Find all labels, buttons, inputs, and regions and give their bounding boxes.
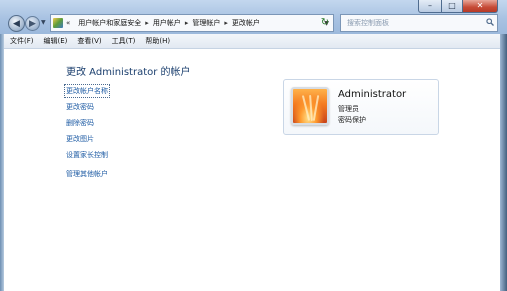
menu-view[interactable]: 查看(V) — [77, 36, 101, 46]
search-placeholder: 搜索控制面板 — [347, 19, 389, 27]
address-overflow-chevron[interactable]: « — [66, 19, 70, 27]
account-role: 管理员 — [338, 105, 359, 113]
search-icon[interactable] — [483, 18, 497, 28]
recent-pages-dropdown[interactable]: ▼ — [41, 19, 46, 26]
account-password-status: 密码保护 — [338, 116, 366, 124]
breadcrumb-separator: ▸ — [184, 19, 189, 27]
change-picture-link[interactable]: 更改图片 — [66, 134, 94, 144]
breadcrumb-user-accounts[interactable]: 用户帐户 — [153, 18, 181, 28]
window-controls: – □ ✕ — [418, 0, 498, 13]
menu-bar: 文件(F) 编辑(E) 查看(V) 工具(T) 帮助(H) — [4, 34, 500, 49]
breadcrumb-manage-accounts[interactable]: 管理帐户 — [192, 18, 220, 28]
back-arrow-icon: ◀ — [13, 18, 20, 29]
search-icon-glyph — [486, 18, 494, 26]
breadcrumb-change-account[interactable]: 更改帐户 — [232, 18, 260, 28]
breadcrumb-separator: ▸ — [224, 19, 228, 27]
search-input[interactable]: 搜索控制面板 — [340, 14, 498, 32]
manage-other-accounts-link[interactable]: 管理其他帐户 — [66, 169, 108, 179]
forward-button[interactable]: ▶ — [25, 16, 40, 31]
main-content: 更改 Administrator 的帐户 更改帐户名称 更改密码 删除密码 更改… — [4, 49, 500, 291]
maximize-button[interactable]: □ — [442, 0, 463, 13]
window-right-border — [500, 0, 507, 291]
account-name: Administrator — [338, 89, 407, 100]
page-title: 更改 Administrator 的帐户 — [66, 67, 191, 78]
minimize-button[interactable]: – — [418, 0, 442, 13]
forward-arrow-icon: ▶ — [29, 18, 36, 29]
breadcrumb-separator: ▸ — [145, 19, 149, 27]
menu-edit[interactable]: 编辑(E) — [44, 36, 68, 46]
remove-password-link[interactable]: 删除密码 — [66, 118, 94, 128]
breadcrumb-family-safety[interactable]: 用户帐户和家庭安全 — [78, 18, 141, 28]
menu-tools[interactable]: 工具(T) — [112, 36, 136, 46]
change-password-link[interactable]: 更改密码 — [66, 102, 94, 112]
refresh-button[interactable]: ↻ — [318, 15, 332, 29]
parental-controls-link[interactable]: 设置家长控制 — [66, 150, 108, 160]
back-button[interactable]: ◀ — [8, 15, 25, 32]
avatar-flower-stroke — [312, 95, 320, 121]
control-panel-icon — [53, 18, 63, 28]
menu-file[interactable]: 文件(F) — [10, 36, 34, 46]
chevron-down-icon: ▼ — [41, 19, 46, 26]
avatar — [291, 87, 329, 125]
address-bar[interactable]: « 用户帐户和家庭安全 ▸ 用户帐户 ▸ 管理帐户 ▸ 更改帐户 ▼ — [50, 14, 334, 32]
menu-help[interactable]: 帮助(H) — [145, 36, 170, 46]
account-card: Administrator 管理员 密码保护 — [283, 79, 439, 135]
change-account-name-link[interactable]: 更改帐户名称 — [64, 84, 110, 98]
refresh-icon: ↻ — [320, 16, 330, 28]
window-titlebar: – □ ✕ ◀ ▶ ▼ « 用户帐户和家庭安全 ▸ 用户帐户 ▸ 管理帐户 ▸ … — [0, 0, 507, 34]
close-button[interactable]: ✕ — [463, 0, 498, 13]
